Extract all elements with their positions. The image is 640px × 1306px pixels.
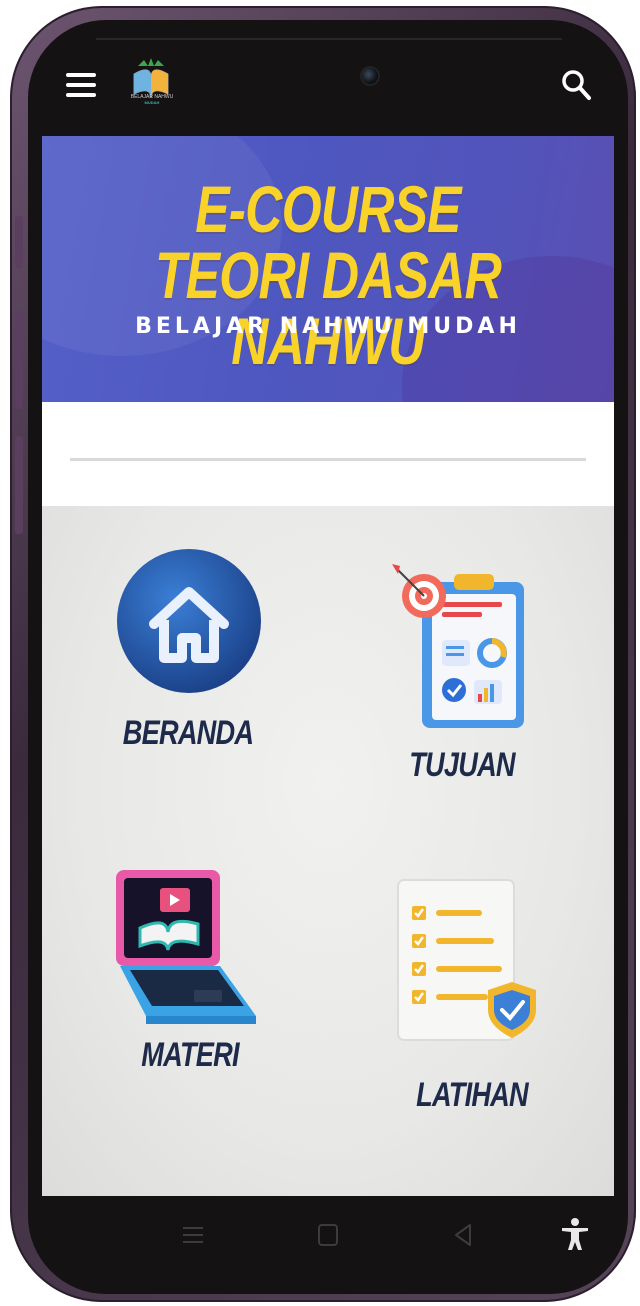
- volume-down-button[interactable]: [15, 311, 23, 409]
- menu-label-materi: MATERI: [141, 1036, 239, 1074]
- menu-label-tujuan: TUJUAN: [409, 746, 515, 784]
- menu-item-beranda[interactable]: BERANDA: [108, 546, 268, 766]
- volume-up-button[interactable]: [15, 216, 23, 268]
- menu-label-beranda: BERANDA: [122, 714, 254, 752]
- logo-subcaption: MUDAH: [144, 100, 160, 105]
- front-camera: [360, 66, 380, 86]
- search-icon[interactable]: [560, 68, 592, 102]
- menu-item-materi[interactable]: MATERI: [106, 866, 276, 1106]
- menu-item-latihan[interactable]: LATIHAN: [392, 876, 552, 1126]
- recent-apps-icon[interactable]: [178, 1220, 208, 1250]
- banner-title-line1: E-COURSE: [195, 172, 461, 246]
- system-nav-bar: [42, 1196, 614, 1274]
- divider-line: [70, 458, 586, 461]
- banner-subtitle: BELAJAR NAHWU MUDAH: [135, 314, 521, 339]
- banner-title-line2: TEORI DASAR NAHWU: [154, 238, 502, 378]
- target-clipboard-icon: [392, 564, 524, 728]
- menu-label-latihan: LATIHAN: [416, 1076, 529, 1114]
- hamburger-icon: [66, 73, 96, 77]
- checklist-icon: [397, 879, 536, 1041]
- course-banner: E-COURSE TEORI DASAR NAHWU BELAJAR NAHWU…: [42, 136, 614, 402]
- laptop-book-icon: [116, 870, 256, 1024]
- accessibility-icon[interactable]: [558, 1216, 592, 1252]
- back-triangle-icon[interactable]: [448, 1220, 478, 1250]
- menu-grid: BERANDA TUJUAN MATERI LATIHAN: [42, 506, 614, 1196]
- hamburger-menu-button[interactable]: [66, 73, 96, 97]
- main-screen: E-COURSE TEORI DASAR NAHWU BELAJAR NAHWU…: [42, 136, 614, 1196]
- home-icon: [117, 549, 261, 693]
- power-button[interactable]: [15, 436, 23, 534]
- home-square-icon[interactable]: [313, 1220, 343, 1250]
- app-bar: BELAJAR NAHWU MUDAH: [42, 40, 614, 136]
- separator-band: [42, 402, 614, 506]
- menu-item-tujuan[interactable]: TUJUAN: [382, 556, 542, 796]
